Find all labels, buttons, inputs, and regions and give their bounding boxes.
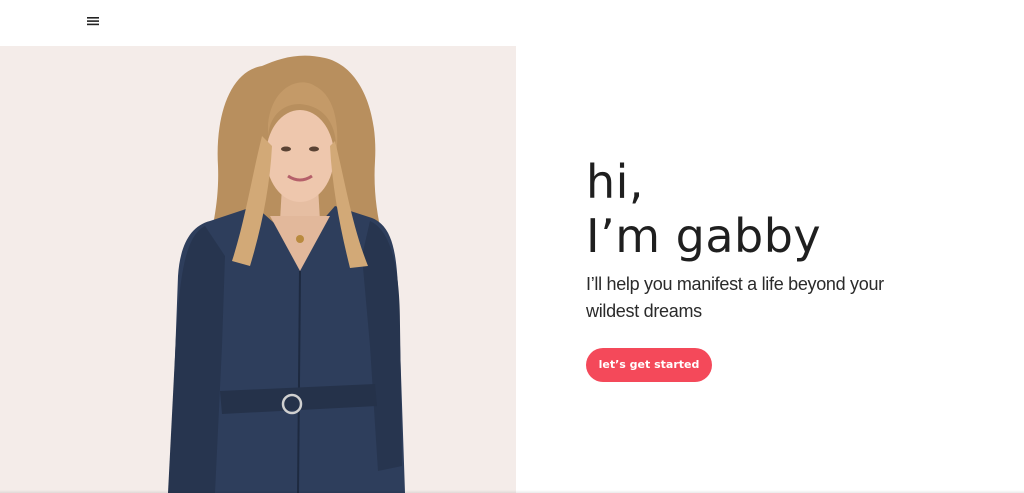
page: hi, I’m gabby I’ll help you manifest a l…	[0, 0, 1024, 493]
hamburger-menu-icon	[87, 17, 99, 26]
hero-headline: hi, I’m gabby	[586, 155, 986, 263]
top-navigation-bar	[0, 0, 1024, 46]
hero-portrait-image	[0, 46, 516, 493]
headline-line-2: I’m gabby	[586, 209, 822, 263]
headline-line-1: hi,	[586, 155, 645, 209]
hero-text-block: hi, I’m gabby I’ll help you manifest a l…	[586, 155, 986, 382]
hero-subtitle: I’ll help you manifest a life beyond you…	[586, 274, 884, 321]
portrait-illustration	[168, 55, 405, 493]
hamburger-menu-button[interactable]	[83, 11, 103, 31]
get-started-button[interactable]: let’s get started	[586, 348, 712, 382]
